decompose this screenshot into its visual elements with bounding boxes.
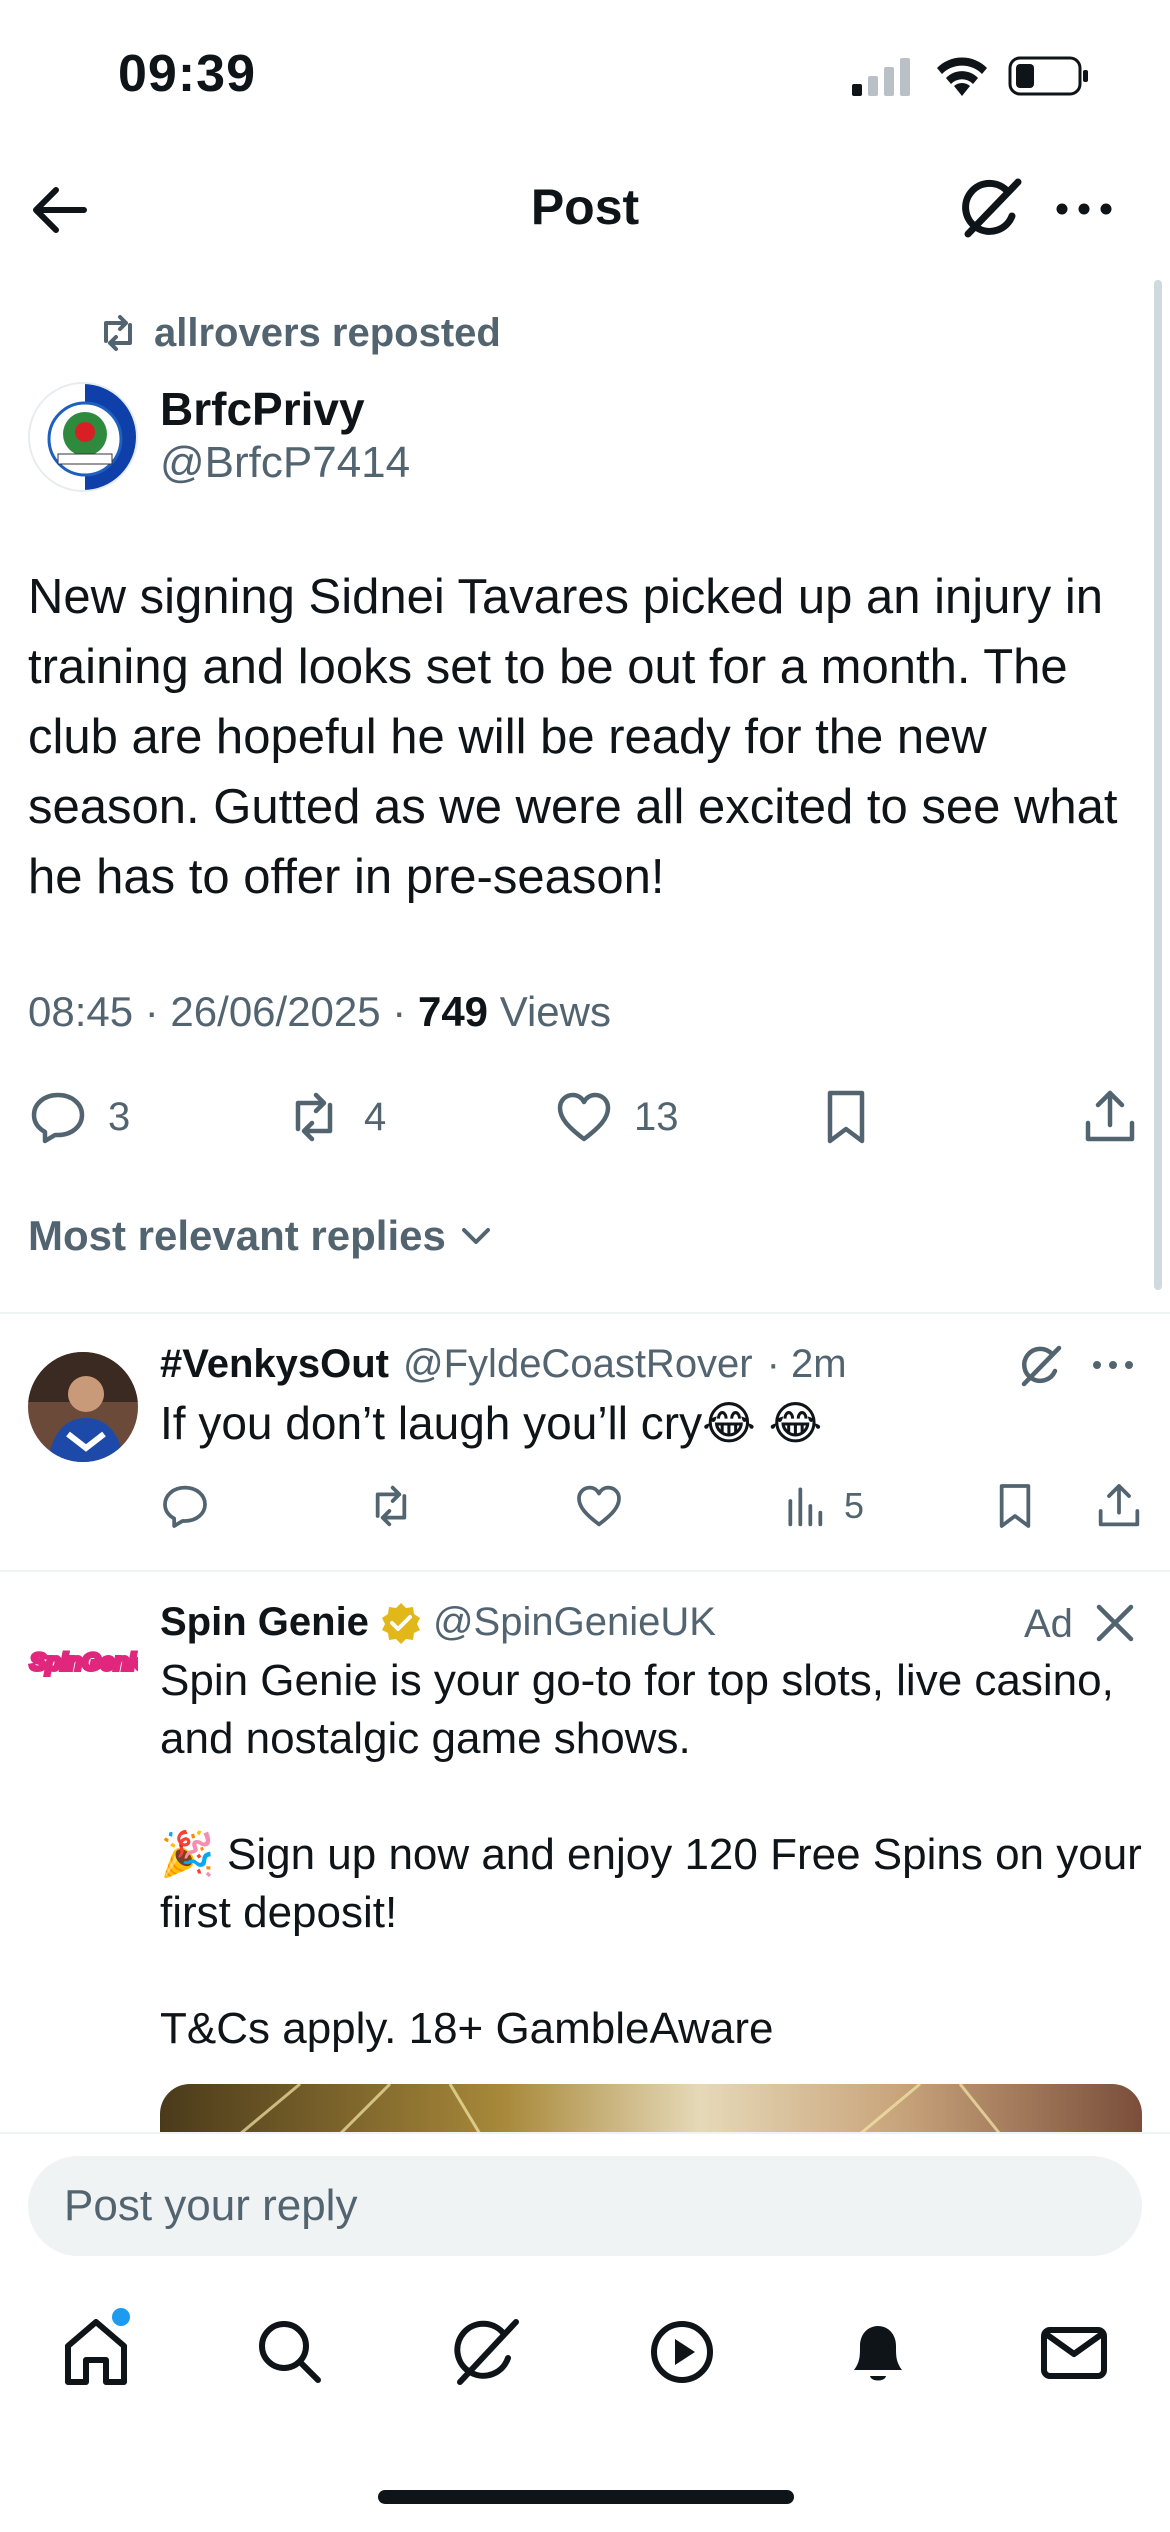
status-time: 09:39: [118, 45, 256, 103]
views-label: Views: [488, 988, 611, 1035]
views-count: 5: [844, 1485, 865, 1526]
avatar[interactable]: [28, 382, 138, 492]
reply-sort-dropdown[interactable]: Most relevant replies: [28, 1212, 496, 1260]
close-icon[interactable]: [1094, 1602, 1136, 1644]
reply-count: 3: [108, 1094, 131, 1139]
ad-paragraph: 🎉 Sign up now and enjoy 120 Free Spins o…: [160, 1830, 1142, 1937]
reply-author-handle[interactable]: @FyldeCoastRover: [403, 1342, 753, 1387]
divider: [0, 1570, 1170, 1572]
reply-button[interactable]: 3: [28, 1082, 130, 1152]
more-options-icon[interactable]: [1090, 1350, 1136, 1380]
bookmark-icon: [827, 1090, 865, 1144]
club-crest-avatar: [30, 384, 136, 490]
wifi-icon: [937, 57, 987, 96]
signal-icon: [852, 58, 910, 96]
search-icon: [259, 2321, 321, 2383]
ad-text: Spin Genie is your go-to for top slots, …: [160, 1652, 1150, 2058]
reply-time: · 2m: [766, 1342, 847, 1386]
reply-text: If you don’t laugh you’ll cry😂 😂: [160, 1397, 823, 1449]
tweet-text: New signing Sidnei Tavares picked up an …: [28, 570, 1118, 904]
repost-icon: [104, 315, 132, 351]
repost-count: 4: [364, 1094, 387, 1139]
reply-author-name[interactable]: #VenkysOut: [160, 1342, 389, 1387]
repost-indicator[interactable]: allrovers reposted: [96, 308, 501, 358]
reply-button[interactable]: [160, 1476, 210, 1536]
like-button[interactable]: [574, 1476, 624, 1536]
more-options-icon[interactable]: [1052, 184, 1116, 234]
navigation-header: Post: [0, 150, 1170, 266]
ad-label: Ad: [1024, 1602, 1073, 1646]
share-icon: [1085, 1090, 1135, 1142]
grok-icon[interactable]: [956, 174, 1026, 244]
bell-icon: [854, 2326, 902, 2381]
ad-paragraph: Spin Genie is your go-to for top slots, …: [160, 1656, 1114, 1763]
heart-icon: [557, 1092, 611, 1142]
repost-button[interactable]: 4: [284, 1082, 386, 1152]
ad-header: Spin Genie @SpinGenieUK: [160, 1600, 716, 1645]
tweet-timestamp: 08:45 · 26/06/2025 ·: [28, 988, 418, 1035]
tab-video[interactable]: [642, 2312, 722, 2392]
reply-header: #VenkysOut @FyldeCoastRover · 2m: [160, 1342, 847, 1387]
author-handle[interactable]: @BrfcP7414: [160, 438, 410, 488]
reply-avatar[interactable]: [28, 1352, 138, 1462]
repost-text: allrovers reposted: [154, 310, 501, 355]
reply-icon: [163, 1485, 207, 1528]
reply-icon: [31, 1092, 85, 1144]
tweet-meta: 08:45 · 26/06/2025 · 749 Views: [28, 988, 611, 1036]
battery-icon: [1008, 56, 1088, 96]
advertiser-logo-wordmark-fill: SpinGenie: [30, 1649, 138, 1676]
views-button[interactable]: 5: [782, 1476, 864, 1536]
divider: [0, 1312, 1170, 1314]
analytics-icon: [788, 1487, 823, 1527]
tab-grok[interactable]: [446, 2312, 526, 2392]
tab-messages[interactable]: [1034, 2312, 1114, 2392]
advertiser-logo[interactable]: SpinGenie SpinGenie: [28, 1640, 138, 1684]
home-indicator[interactable]: [378, 2490, 794, 2504]
bookmark-button[interactable]: [990, 1476, 1040, 1536]
like-count: 13: [634, 1094, 679, 1139]
grok-icon: [454, 2319, 519, 2385]
play-icon: [651, 2321, 713, 2383]
like-button[interactable]: 13: [554, 1082, 679, 1152]
user-avatar-image: [28, 1352, 138, 1462]
reply-composer: [0, 2132, 1170, 2272]
mail-icon: [1041, 2327, 1107, 2379]
ad-paragraph: T&Cs apply. 18+ GambleAware: [160, 2004, 774, 2053]
tweet-actions: 3 4 13: [28, 1082, 1148, 1152]
views-count: 749: [417, 988, 489, 1035]
chevron-down-icon: [461, 1228, 490, 1244]
status-bar: 09:39: [0, 0, 1170, 150]
share-button[interactable]: [1080, 1082, 1140, 1152]
bottom-tab-bar: [0, 2272, 1170, 2442]
repost-icon: [295, 1092, 333, 1142]
ad-media-rays: [239, 2084, 1002, 2134]
reply-actions: 5: [160, 1476, 1150, 1536]
notification-dot: [112, 2308, 130, 2326]
repost-button[interactable]: [366, 1476, 416, 1536]
heart-icon: [577, 1485, 621, 1527]
share-button[interactable]: [1094, 1476, 1144, 1536]
scrollbar[interactable]: [1154, 280, 1162, 1290]
ad-author-handle[interactable]: @SpinGenieUK: [433, 1600, 716, 1645]
ad-author-name[interactable]: Spin Genie: [160, 1600, 369, 1645]
reply-input[interactable]: [28, 2156, 1142, 2256]
verified-badge-icon: [381, 1602, 420, 1644]
ad-media-image[interactable]: [160, 2084, 1142, 2134]
tab-search[interactable]: [250, 2312, 330, 2392]
author-name[interactable]: BrfcPrivy: [160, 382, 365, 436]
reply-sort-label: Most relevant replies: [28, 1212, 446, 1259]
tab-notifications[interactable]: [838, 2312, 918, 2392]
bookmark-button[interactable]: [816, 1082, 876, 1152]
repost-icon: [375, 1485, 407, 1527]
share-icon: [1098, 1484, 1140, 1527]
grok-icon[interactable]: [1016, 1342, 1064, 1390]
bookmark-icon: [999, 1484, 1031, 1528]
